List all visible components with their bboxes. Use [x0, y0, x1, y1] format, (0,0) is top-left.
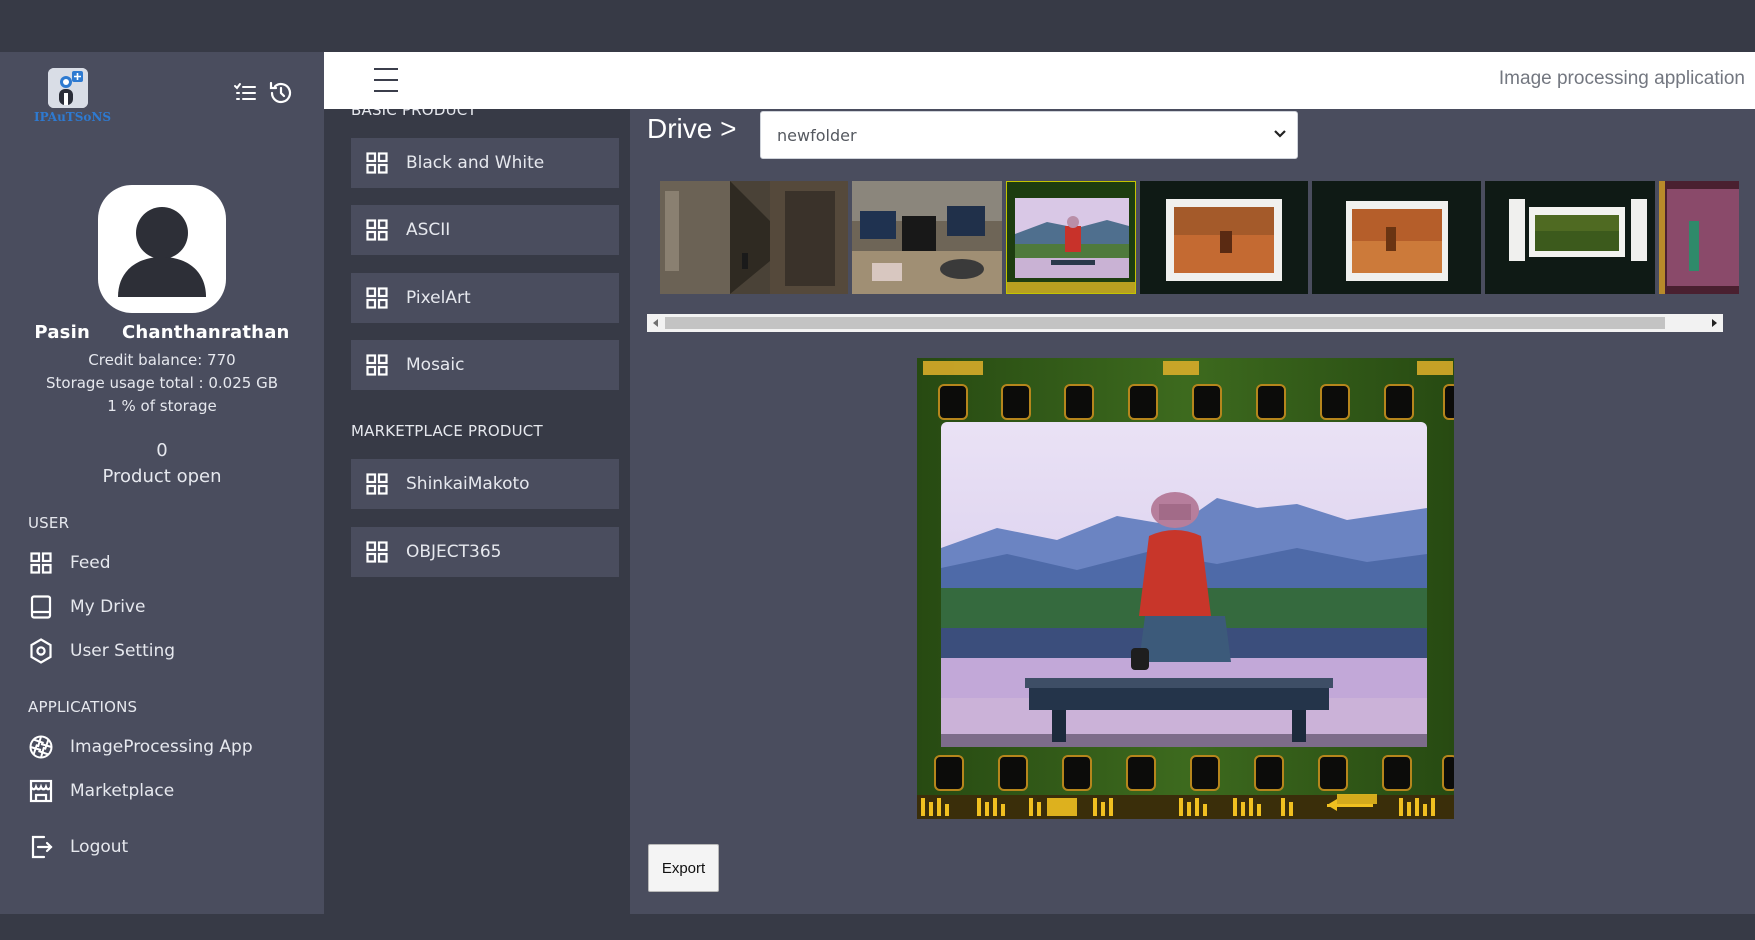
scroll-left-icon[interactable]	[653, 319, 658, 327]
drive-main: Drive > newfolder Export	[630, 109, 1755, 914]
product-shinkaimakoto[interactable]: ShinkaiMakoto	[351, 459, 619, 509]
product-black-and-white[interactable]: Black and White	[351, 138, 619, 188]
nav-marketplace[interactable]: Marketplace	[28, 776, 174, 806]
profile-name: Pasin Chanthanrathan	[0, 322, 324, 343]
product-open-label: Product open	[102, 466, 222, 487]
checklist-icon[interactable]	[232, 80, 258, 106]
scrollbar-thumb[interactable]	[665, 317, 1665, 329]
selected-folder: newfolder	[777, 125, 857, 145]
thumbnail-lake-selected[interactable]	[1006, 181, 1136, 294]
thumbnail-workspace[interactable]	[852, 181, 1002, 294]
nav-imageprocessing-app[interactable]: ImageProcessing App	[28, 732, 253, 762]
store-icon	[28, 778, 54, 804]
app-title: Image processing application	[1498, 68, 1745, 89]
product-label: ASCII	[406, 220, 451, 240]
grid-icon	[366, 473, 388, 495]
thumbnail-film-green[interactable]	[1485, 181, 1655, 294]
history-icon[interactable]	[268, 80, 294, 106]
grid-icon	[366, 152, 388, 174]
credit-balance: Credit balance: 770	[88, 351, 236, 369]
first-name: Pasin	[34, 322, 90, 343]
nav-my-drive[interactable]: My Drive	[28, 592, 145, 622]
product-label: Black and White	[406, 153, 545, 173]
thumbnail-film-orange-1[interactable]	[1140, 181, 1308, 294]
grid-icon	[28, 550, 54, 576]
horizontal-scrollbar[interactable]	[647, 314, 1723, 332]
folder-select[interactable]: newfolder	[760, 111, 1298, 159]
logout-label: Logout	[70, 837, 129, 857]
last-name: Chanthanrathan	[121, 322, 290, 343]
logout-button[interactable]: Logout	[28, 832, 128, 862]
thumbnail-hallway[interactable]	[660, 181, 848, 294]
applications-section-label: APPLICATIONS	[28, 698, 138, 716]
chevron-down-icon	[1274, 130, 1286, 138]
aperture-icon	[28, 734, 54, 760]
sidebar: IPAuTSoNS Pasin Chanthanrathan Credit bal…	[0, 52, 324, 914]
top-bar: Image processing application	[324, 52, 1755, 109]
product-label: Mosaic	[406, 355, 465, 375]
grid-icon	[366, 219, 388, 241]
nav-my-drive-label: My Drive	[70, 597, 146, 617]
drive-icon	[28, 594, 54, 620]
products-panel: BASIC PRODUCT Black and White ASCII Pixe…	[324, 109, 630, 914]
image-preview	[917, 358, 1454, 819]
nav-marketplace-label: Marketplace	[70, 781, 175, 801]
nav-feed-label: Feed	[70, 553, 111, 573]
drive-title: Drive >	[647, 113, 737, 144]
avatar[interactable]	[98, 185, 226, 313]
product-ascii[interactable]: ASCII	[351, 205, 619, 255]
preview-photo	[917, 358, 1454, 819]
product-mosaic[interactable]: Mosaic	[351, 340, 619, 390]
brand-name: IPAuTSoNS	[34, 110, 112, 124]
nav-imageprocessing-label: ImageProcessing App	[70, 737, 253, 757]
scroll-right-icon[interactable]	[1712, 319, 1717, 327]
nav-user-setting[interactable]: User Setting	[28, 636, 175, 666]
brand-logo-icon	[48, 68, 88, 108]
thumbnail-strip[interactable]	[660, 181, 1755, 296]
export-button[interactable]: Export	[648, 844, 719, 892]
thumbnail-partial-pink[interactable]	[1659, 181, 1739, 294]
storage-usage: Storage usage total : 0.025 GB	[45, 374, 278, 392]
thumbnail-film-orange-2[interactable]	[1312, 181, 1481, 294]
marketplace-product-label: MARKETPLACE PRODUCT	[351, 422, 543, 440]
product-label: PixelArt	[406, 288, 471, 308]
logout-icon	[28, 834, 54, 860]
nav-user-setting-label: User Setting	[70, 641, 176, 661]
sidebar-top-icons	[232, 80, 294, 106]
storage-percent: 1 % of storage	[107, 397, 217, 415]
product-object365[interactable]: OBJECT365	[351, 527, 619, 577]
user-section-label: USER	[28, 514, 70, 532]
settings-hex-icon	[28, 638, 54, 664]
nav-feed[interactable]: Feed	[28, 548, 111, 578]
brand[interactable]: IPAuTSoNS	[34, 68, 112, 124]
hamburger-menu-icon[interactable]	[374, 68, 398, 92]
grid-icon	[366, 541, 388, 563]
grid-icon	[366, 287, 388, 309]
basic-product-label: BASIC PRODUCT	[351, 109, 477, 119]
product-open-count: 0	[156, 440, 168, 461]
product-label: ShinkaiMakoto	[406, 474, 530, 494]
product-pixelart[interactable]: PixelArt	[351, 273, 619, 323]
product-label: OBJECT365	[406, 542, 502, 562]
grid-icon	[366, 354, 388, 376]
